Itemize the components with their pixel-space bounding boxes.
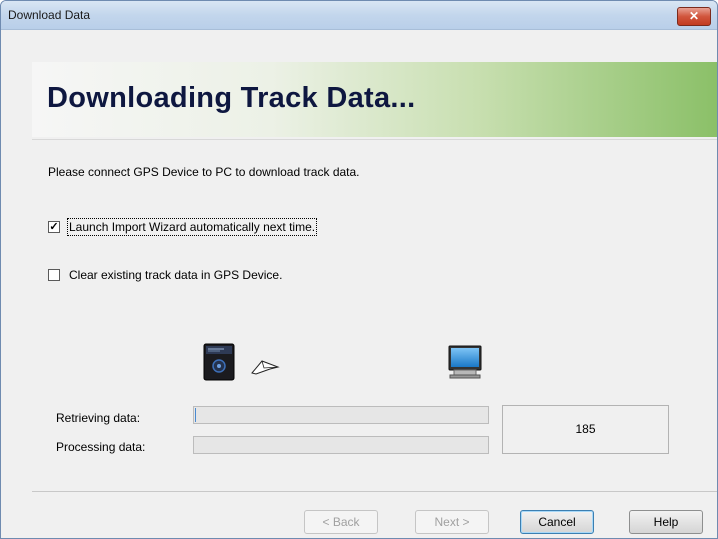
transfer-arrow-icon: [251, 360, 280, 375]
download-data-dialog: Download Data ✕ Downloading Track Data..…: [0, 0, 718, 539]
processing-data-label: Processing data:: [56, 440, 146, 454]
window-title: Download Data: [8, 8, 91, 22]
computer-monitor-icon: [448, 345, 482, 379]
clear-data-checkbox[interactable]: [48, 269, 60, 281]
close-icon: ✕: [688, 9, 700, 23]
retrieving-progress-bar: [193, 406, 489, 424]
record-count: 185: [575, 422, 596, 436]
record-count-box: 185: [502, 405, 669, 454]
launch-wizard-label[interactable]: Launch Import Wizard automatically next …: [66, 218, 318, 236]
gps-device-icon: [203, 343, 235, 381]
instruction-text: Please connect GPS Device to PC to downl…: [48, 165, 360, 179]
header-banner: Downloading Track Data...: [32, 62, 717, 137]
page-title: Downloading Track Data...: [47, 82, 416, 114]
launch-wizard-checkbox[interactable]: ✓: [48, 221, 60, 233]
processing-progress-bar: [193, 436, 489, 454]
help-button[interactable]: Help: [629, 510, 703, 534]
header-divider: [32, 139, 717, 140]
back-button[interactable]: < Back: [304, 510, 378, 534]
retrieving-progress-fill: [195, 408, 196, 422]
retrieving-data-label: Retrieving data:: [56, 411, 141, 425]
footer-divider: [32, 491, 717, 492]
title-bar[interactable]: Download Data ✕: [1, 1, 717, 30]
next-button[interactable]: Next >: [415, 510, 489, 534]
clear-data-label[interactable]: Clear existing track data in GPS Device.: [69, 268, 282, 282]
cancel-button[interactable]: Cancel: [520, 510, 594, 534]
close-button[interactable]: ✕: [677, 7, 711, 26]
